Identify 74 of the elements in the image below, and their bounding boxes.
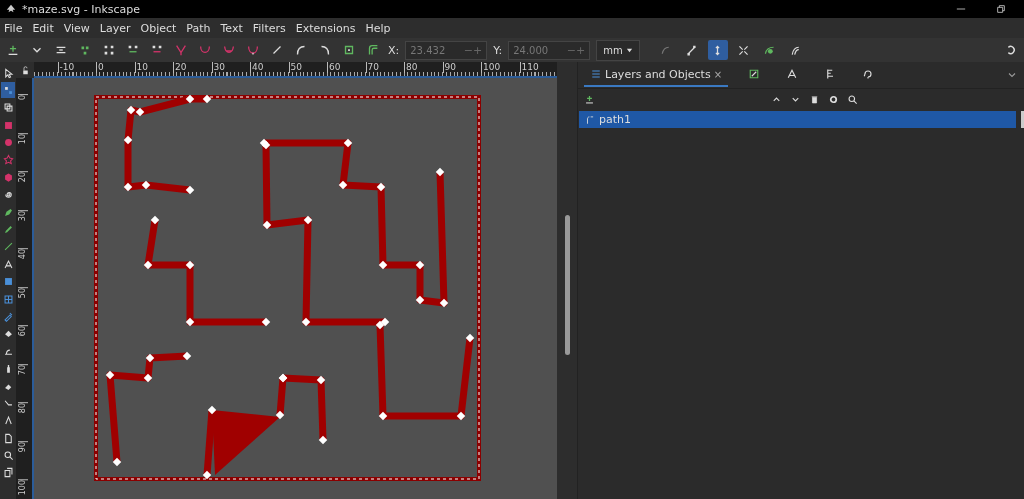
ruler-label: 80 xyxy=(404,62,418,73)
ruler-label: 10 xyxy=(18,132,28,144)
y-label: Y: xyxy=(493,43,503,57)
tab-close[interactable]: × xyxy=(713,68,723,80)
pencil-icon xyxy=(2,224,14,235)
search-icon[interactable] xyxy=(847,93,858,105)
tool-button[interactable] xyxy=(1,82,15,99)
ruler-label: 60 xyxy=(327,62,341,73)
ruler-label: 60 xyxy=(18,325,28,337)
menu-item[interactable]: Edit xyxy=(32,21,54,35)
path-icon xyxy=(585,114,595,125)
panel-tab[interactable]: Layers and Objects × xyxy=(584,63,729,87)
ruler-label: 30 xyxy=(211,62,225,73)
menu-item[interactable]: Help xyxy=(365,21,391,35)
ruler-label: 40 xyxy=(250,62,264,73)
scrollbar-thumb[interactable] xyxy=(564,215,570,355)
caret-icon xyxy=(625,46,633,54)
ruler-label: -10 xyxy=(57,62,75,73)
ruler-label: 20 xyxy=(18,171,28,183)
text-icon xyxy=(786,68,799,80)
ruler-label: 100 xyxy=(18,479,28,496)
restore-icon[interactable] xyxy=(996,4,1006,14)
menu-item[interactable]: Extensions xyxy=(295,21,356,35)
text-icon xyxy=(2,258,14,270)
menu-item[interactable]: Filters xyxy=(252,21,286,35)
selector-icon xyxy=(2,67,14,79)
app-logo-icon xyxy=(6,4,16,14)
layers-icon xyxy=(590,68,602,80)
settings-icon[interactable] xyxy=(828,93,839,105)
ruler-label: 110 xyxy=(519,62,539,73)
ruler-label: 50 xyxy=(288,62,302,73)
unit-dropdown[interactable]: mm xyxy=(596,39,640,61)
rect-icon xyxy=(2,119,14,131)
ruler-label: 90 xyxy=(18,440,28,452)
trash-icon[interactable] xyxy=(809,93,820,105)
ruler-label: 70 xyxy=(365,62,379,73)
tab-label: Layers and Objects xyxy=(605,67,711,81)
object-row[interactable]: path1 xyxy=(579,111,1016,128)
ruler-label: 40 xyxy=(18,248,28,260)
ruler-label: 100 xyxy=(481,62,501,73)
ruler-label: 50 xyxy=(18,286,28,298)
pages-icon xyxy=(2,467,14,479)
x-label: X: xyxy=(388,43,400,57)
window-title: *maze.svg - Inkscape xyxy=(22,2,141,16)
ruler-label: 90 xyxy=(442,62,456,73)
menu-item[interactable]: Path xyxy=(186,21,211,35)
menu-item[interactable]: View xyxy=(63,21,90,35)
add-layer-icon[interactable] xyxy=(584,93,595,105)
calligraphy-icon xyxy=(2,241,14,253)
spiral-icon xyxy=(2,189,14,201)
gradient-icon xyxy=(2,276,14,288)
mesh-icon xyxy=(2,293,14,305)
menu-item[interactable]: File xyxy=(4,21,23,35)
ruler-label: 30 xyxy=(18,209,28,221)
ruler-label: 80 xyxy=(18,402,28,414)
dropper-icon xyxy=(2,310,14,322)
menu-item[interactable]: Object xyxy=(140,21,177,35)
ruler-label: 10 xyxy=(134,62,148,73)
star-icon xyxy=(2,154,14,166)
ruler-label: 0 xyxy=(96,62,104,73)
page-icon xyxy=(2,432,14,444)
ruler-label: 20 xyxy=(173,62,187,73)
menu-item[interactable]: Layer xyxy=(99,21,131,35)
ruler-label: 70 xyxy=(18,363,28,375)
zoom-icon xyxy=(2,450,14,462)
object-name: path1 xyxy=(599,113,631,126)
toggle-button[interactable] xyxy=(707,40,728,60)
ruler-label: 0 xyxy=(18,94,28,101)
box3d-icon xyxy=(2,171,14,183)
menu-item[interactable]: Text xyxy=(220,21,243,35)
pen-icon xyxy=(2,206,14,218)
lock-icon[interactable] xyxy=(20,65,30,75)
insert-node-icon[interactable] xyxy=(6,43,20,57)
curve-segment-icon[interactable] xyxy=(294,43,308,57)
